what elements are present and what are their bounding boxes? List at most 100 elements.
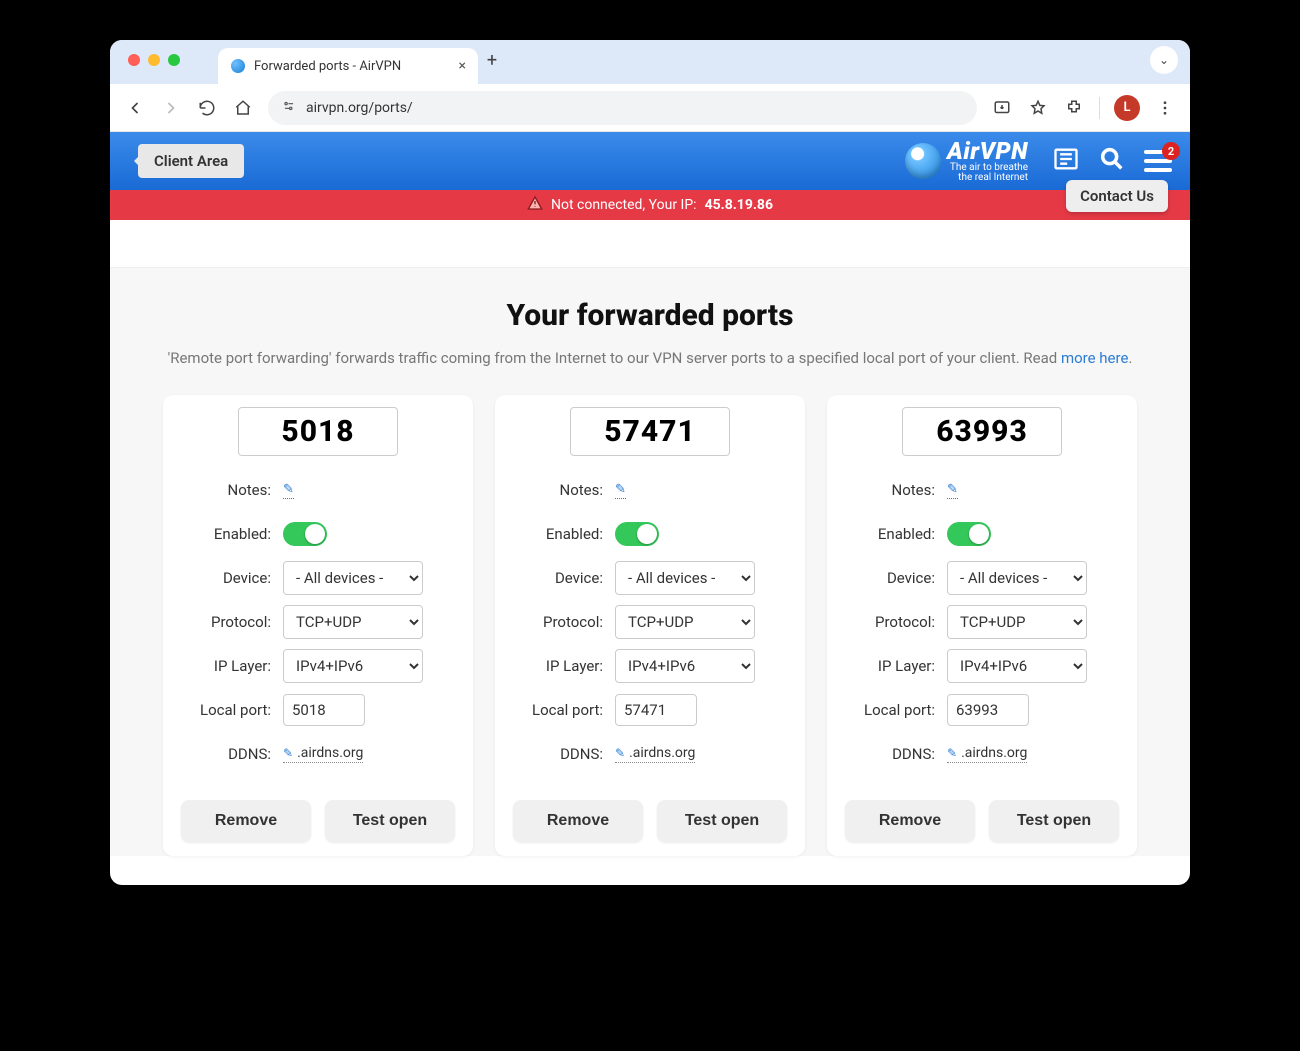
notes-edit-button[interactable]: ✎	[615, 482, 626, 499]
remove-button[interactable]: Remove	[845, 800, 975, 842]
ddns-label: DDNS:	[181, 745, 271, 763]
enabled-label: Enabled:	[181, 525, 271, 543]
localport-input[interactable]	[947, 694, 1029, 726]
device-label: Device:	[845, 569, 935, 587]
notes-edit-button[interactable]: ✎	[283, 482, 294, 499]
connection-alert: Not connected, Your IP: 45.8.19.86	[110, 190, 1190, 220]
port-card: Notes: ✎ Enabled: Device: - All devices …	[827, 395, 1137, 856]
port-card: Notes: ✎ Enabled: Device: - All devices …	[163, 395, 473, 856]
contact-us-button[interactable]: Contact Us	[1066, 180, 1168, 212]
more-here-link[interactable]: more here	[1061, 349, 1128, 367]
enabled-toggle[interactable]	[947, 522, 991, 546]
notes-label: Notes:	[845, 481, 935, 499]
device-label: Device:	[181, 569, 271, 587]
brand-name: AirVPN	[947, 139, 1028, 163]
bookmark-icon[interactable]	[1027, 97, 1049, 119]
address-bar[interactable]: airvpn.org/ports/	[268, 91, 977, 125]
ddns-value[interactable]: ✎.airdns.org	[947, 745, 1027, 763]
news-icon[interactable]	[1052, 145, 1080, 177]
localport-input[interactable]	[615, 694, 697, 726]
enabled-toggle[interactable]	[615, 522, 659, 546]
alert-ip: 45.8.19.86	[705, 197, 773, 213]
brand-tagline-2: the real Internet	[947, 173, 1028, 183]
enabled-toggle[interactable]	[283, 522, 327, 546]
back-button[interactable]	[124, 97, 146, 119]
pencil-icon: ✎	[947, 746, 957, 760]
menu-button[interactable]	[1154, 97, 1176, 119]
remove-button[interactable]: Remove	[513, 800, 643, 842]
favicon-icon	[230, 58, 246, 74]
notes-label: Notes:	[181, 481, 271, 499]
url-text: airvpn.org/ports/	[306, 100, 413, 116]
page-title: Your forwarded ports	[150, 298, 1150, 333]
remove-button[interactable]: Remove	[181, 800, 311, 842]
main-content: Your forwarded ports 'Remote port forwar…	[110, 268, 1190, 856]
tab-title: Forwarded ports - AirVPN	[254, 59, 401, 74]
browser-toolbar: airvpn.org/ports/ L	[110, 84, 1190, 132]
test-open-button[interactable]: Test open	[989, 800, 1119, 842]
menu-icon[interactable]: 2	[1144, 150, 1172, 172]
localport-label: Local port:	[513, 701, 603, 719]
client-area-button[interactable]: Client Area	[138, 144, 244, 178]
port-card: Notes: ✎ Enabled: Device: - All devices …	[495, 395, 805, 856]
page-description: 'Remote port forwarding' forwards traffi…	[150, 349, 1150, 367]
extensions-icon[interactable]	[1063, 97, 1085, 119]
protocol-label: Protocol:	[181, 613, 271, 631]
reload-button[interactable]	[196, 97, 218, 119]
install-app-icon[interactable]	[991, 97, 1013, 119]
separator	[1099, 97, 1100, 119]
home-button[interactable]	[232, 97, 254, 119]
close-tab-icon[interactable]: ×	[459, 58, 466, 74]
browser-tab[interactable]: Forwarded ports - AirVPN ×	[218, 48, 478, 84]
brand-logo[interactable]: AirVPN The air to breathe the real Inter…	[905, 139, 1028, 183]
warning-icon	[527, 195, 543, 215]
iplayer-label: IP Layer:	[845, 657, 935, 675]
protocol-label: Protocol:	[513, 613, 603, 631]
profile-avatar[interactable]: L	[1114, 95, 1140, 121]
iplayer-select[interactable]: IPv4+IPv6	[615, 649, 755, 683]
port-number-input[interactable]	[902, 407, 1062, 456]
site-settings-icon[interactable]	[282, 99, 296, 117]
globe-icon	[905, 143, 941, 179]
ddns-value[interactable]: ✎.airdns.org	[615, 745, 695, 763]
device-label: Device:	[513, 569, 603, 587]
window-controls	[128, 54, 180, 66]
notes-label: Notes:	[513, 481, 603, 499]
notes-edit-button[interactable]: ✎	[947, 482, 958, 499]
device-select[interactable]: - All devices -	[947, 561, 1087, 595]
port-number-input[interactable]	[570, 407, 730, 456]
localport-input[interactable]	[283, 694, 365, 726]
toolbar-right: L	[991, 95, 1176, 121]
spacer	[110, 220, 1190, 268]
new-tab-button[interactable]: +	[478, 50, 506, 71]
ddns-label: DDNS:	[845, 745, 935, 763]
tab-strip: Forwarded ports - AirVPN × + ⌄	[110, 40, 1190, 84]
forward-button[interactable]	[160, 97, 182, 119]
iplayer-label: IP Layer:	[181, 657, 271, 675]
device-select[interactable]: - All devices -	[283, 561, 423, 595]
protocol-select[interactable]: TCP+UDP	[947, 605, 1087, 639]
protocol-select[interactable]: TCP+UDP	[283, 605, 423, 639]
browser-window: Forwarded ports - AirVPN × + ⌄ airvpn.or…	[110, 40, 1190, 885]
port-number-input[interactable]	[238, 407, 398, 456]
pencil-icon: ✎	[615, 746, 625, 760]
site-header: Client Area AirVPN The air to breathe th…	[110, 132, 1190, 190]
notification-badge: 2	[1162, 142, 1180, 160]
localport-label: Local port:	[845, 701, 935, 719]
alert-text: Not connected, Your IP:	[551, 197, 697, 213]
device-select[interactable]: - All devices -	[615, 561, 755, 595]
header-actions: 2	[1052, 145, 1172, 177]
protocol-select[interactable]: TCP+UDP	[615, 605, 755, 639]
iplayer-select[interactable]: IPv4+IPv6	[947, 649, 1087, 683]
close-window-button[interactable]	[128, 54, 140, 66]
port-cards: Notes: ✎ Enabled: Device: - All devices …	[150, 395, 1150, 856]
search-icon[interactable]	[1098, 145, 1126, 177]
ddns-value[interactable]: ✎.airdns.org	[283, 745, 363, 763]
enabled-label: Enabled:	[845, 525, 935, 543]
test-open-button[interactable]: Test open	[325, 800, 455, 842]
tab-overflow-button[interactable]: ⌄	[1150, 46, 1178, 74]
minimize-window-button[interactable]	[148, 54, 160, 66]
test-open-button[interactable]: Test open	[657, 800, 787, 842]
iplayer-select[interactable]: IPv4+IPv6	[283, 649, 423, 683]
maximize-window-button[interactable]	[168, 54, 180, 66]
